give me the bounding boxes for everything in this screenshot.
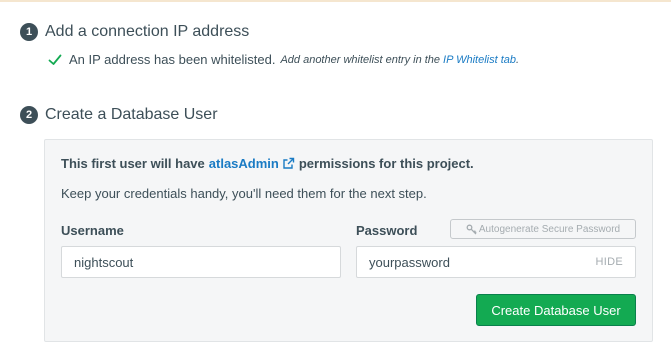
permission-suffix: permissions for this project.	[298, 156, 474, 171]
create-database-user-button[interactable]: Create Database User	[476, 294, 636, 326]
permission-prefix: This first user will have	[61, 156, 205, 171]
username-label: Username	[61, 223, 124, 238]
autogenerate-label: Autogenerate Secure Password	[478, 223, 621, 235]
whitelist-status-text: An IP address has been whitelisted.	[69, 52, 276, 67]
step-1-title: Add a connection IP address	[45, 23, 250, 40]
username-input[interactable]: nightscout	[61, 246, 341, 278]
external-link-icon[interactable]	[282, 157, 295, 170]
check-icon	[48, 54, 62, 65]
step-1-number-badge: 1	[20, 23, 38, 41]
step-2-title: Create a Database User	[45, 106, 218, 123]
permission-notice: This first user will have atlasAdmin per…	[61, 156, 474, 171]
password-label: Password	[356, 223, 418, 238]
whitelist-status: An IP address has been whitelisted. Add …	[48, 52, 519, 67]
step-2-number-badge: 2	[20, 106, 38, 124]
step-2-header: 2 Create a Database User	[20, 106, 218, 124]
credentials-note: Keep your credentials handy, you'll need…	[61, 186, 427, 201]
whitelist-hint: Add another whitelist entry in the	[280, 53, 441, 66]
whitelist-hint-suffix: .	[516, 53, 520, 66]
password-value: yourpassword	[369, 254, 450, 270]
step-1-header: 1 Add a connection IP address	[20, 23, 249, 41]
key-icon	[466, 224, 477, 234]
atlas-admin-link[interactable]: atlasAdmin	[209, 156, 279, 171]
top-divider	[0, 0, 671, 2]
password-input[interactable]: yourpassword HIDE	[356, 246, 636, 278]
ip-whitelist-tab-link[interactable]: IP Whitelist tab	[443, 54, 516, 66]
username-value: nightscout	[74, 254, 134, 270]
password-hide-toggle[interactable]: HIDE	[596, 256, 623, 268]
create-user-panel: This first user will have atlasAdmin per…	[44, 139, 653, 342]
autogenerate-password-button[interactable]: Autogenerate Secure Password	[450, 219, 636, 239]
